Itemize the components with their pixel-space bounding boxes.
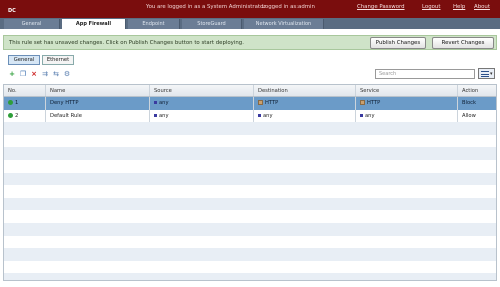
empty-row [4,147,496,160]
empty-row [4,172,496,186]
empty-row [4,185,496,198]
header-destination[interactable]: Destination [254,85,356,96]
chevron-down-icon: ▾ [490,71,493,77]
tab-app-firewall[interactable]: App Firewall [62,19,126,29]
empty-row [4,134,496,148]
cell-destination: HTTP [254,97,356,110]
network-icon [154,101,157,104]
cell-name: Default Rule [46,109,150,123]
empty-row [4,122,496,135]
http-service-icon [360,100,365,105]
network-icon [154,113,157,117]
swap-icon[interactable]: ⇆ [52,70,60,78]
table-row[interactable]: 2 Default Rule any any any Allow [4,109,496,123]
cell-destination: any [254,109,356,123]
view-options-button[interactable]: ▾ [478,68,495,79]
settings-icon[interactable]: ⚙ [63,70,71,78]
empty-row [4,160,496,173]
table-row[interactable]: 1 Deny HTTP any HTTP HTTP Block [4,97,496,110]
cell-service: any [356,109,458,123]
move-icon[interactable]: ⇉ [41,70,49,78]
change-password-link[interactable]: Change Password [357,4,405,10]
logout-link[interactable]: Logout [422,4,440,10]
empty-row [4,223,496,236]
revert-changes-button[interactable]: Revert Changes [432,37,494,49]
cell-service: HTTP [356,97,458,110]
rules-table: No. Name Source Destination Service Acti… [3,84,497,281]
tab-storeguard[interactable]: StoreGuard [182,19,242,29]
about-link[interactable]: About [474,4,490,10]
login-role-message: You are logged in as a System Administra… [146,4,266,10]
app-name: DC [8,8,16,14]
header-action[interactable]: Action [458,85,496,96]
subtab-ethernet[interactable]: Ethernet [42,55,74,65]
empty-row [4,248,496,261]
search-input[interactable]: Search [375,69,475,79]
enabled-check-icon [8,112,13,118]
cell-source: any [150,97,254,110]
tab-general[interactable]: General [4,19,60,29]
table-header: No. Name Source Destination Service Acti… [4,85,496,97]
empty-row [4,273,496,280]
add-icon[interactable]: + [8,70,16,78]
http-icon [258,100,263,105]
top-bar: DC You are logged in as a System Adminis… [0,0,500,18]
header-service[interactable]: Service [356,85,458,96]
enabled-check-icon [8,100,13,105]
network-icon [360,113,363,117]
publish-changes-button[interactable]: Publish Changes [370,37,426,49]
header-source[interactable]: Source [150,85,254,96]
list-view-icon [481,71,489,77]
empty-row [4,260,496,274]
unsaved-changes-notice: This rule set has unsaved changes. Click… [3,35,497,50]
network-icon [258,113,261,117]
cell-no: 2 [4,109,46,123]
help-link[interactable]: Help [453,4,465,10]
cell-action: Allow [458,110,496,123]
delete-icon[interactable]: × [30,70,38,78]
empty-row [4,235,496,249]
logged-in-user: Logged in as:admin [262,4,315,10]
main-tab-bar: General App Firewall Endpoint StoreGuard… [0,18,500,29]
cell-source: any [150,109,254,123]
cell-action: Block [458,97,496,110]
header-name[interactable]: Name [46,85,150,96]
cell-no: 1 [4,97,46,110]
empty-row [4,197,496,211]
subtab-general[interactable]: General [8,55,40,65]
copy-icon[interactable]: ❐ [19,70,27,78]
cell-name: Deny HTTP [46,97,150,110]
tab-endpoint[interactable]: Endpoint [128,19,180,29]
empty-row [4,210,496,223]
header-no[interactable]: No. [4,85,46,96]
tab-network-virtualization[interactable]: Network Virtualization [244,19,324,29]
notice-text: This rule set has unsaved changes. Click… [9,40,244,46]
